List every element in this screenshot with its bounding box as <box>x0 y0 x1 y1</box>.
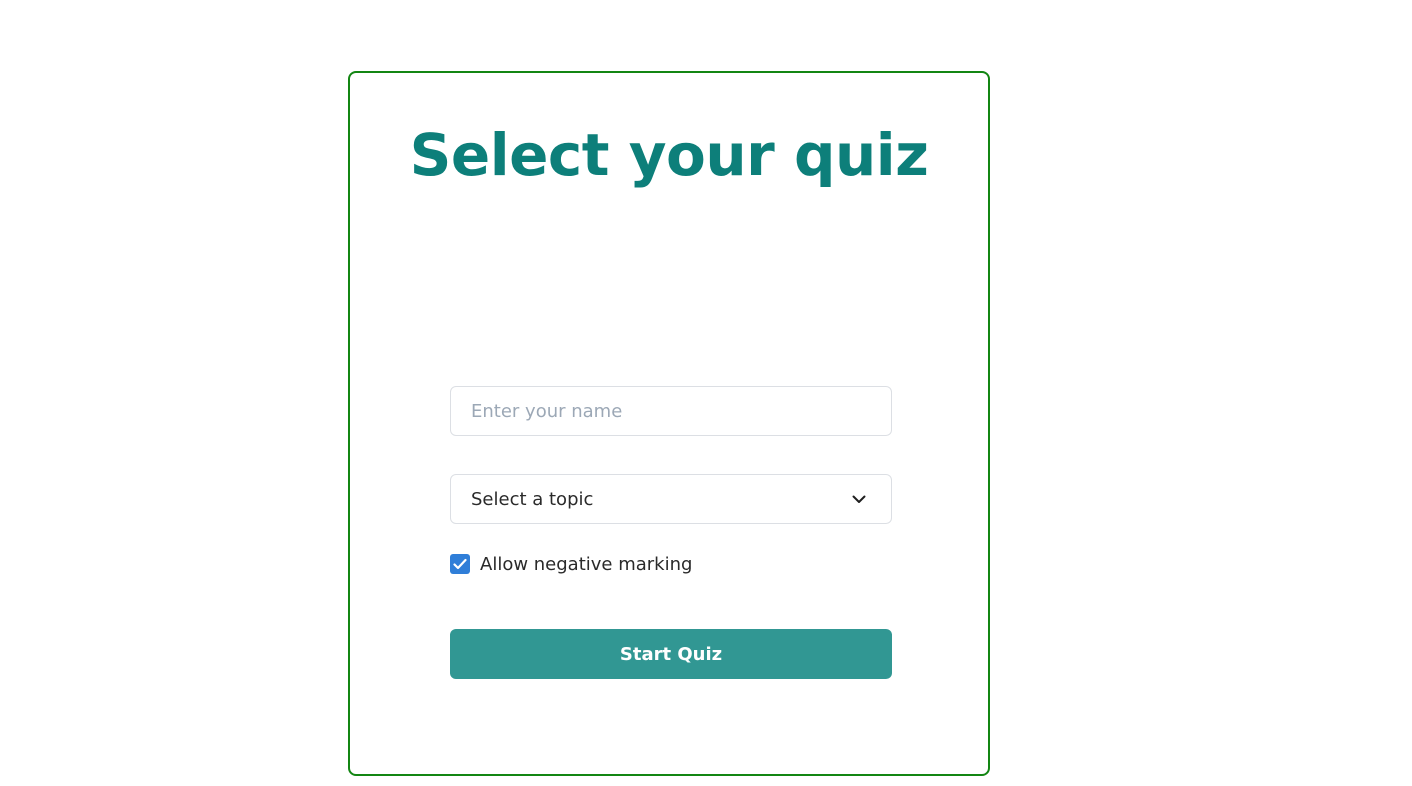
chevron-down-icon <box>851 491 867 507</box>
page-title: Select your quiz <box>409 121 929 189</box>
negative-marking-row: Allow negative marking <box>450 552 692 576</box>
quiz-form: Select a topic Allow negative marking St… <box>450 386 892 679</box>
negative-marking-checkbox[interactable] <box>450 554 470 574</box>
start-quiz-button[interactable]: Start Quiz <box>450 629 892 679</box>
quiz-card: Select your quiz Select a topic Allow ne… <box>348 71 990 776</box>
topic-select[interactable]: Select a topic <box>450 474 892 524</box>
name-input[interactable] <box>450 386 892 436</box>
topic-select-value: Select a topic <box>471 488 594 510</box>
negative-marking-label: Allow negative marking <box>480 553 693 575</box>
checkmark-icon <box>453 558 467 570</box>
